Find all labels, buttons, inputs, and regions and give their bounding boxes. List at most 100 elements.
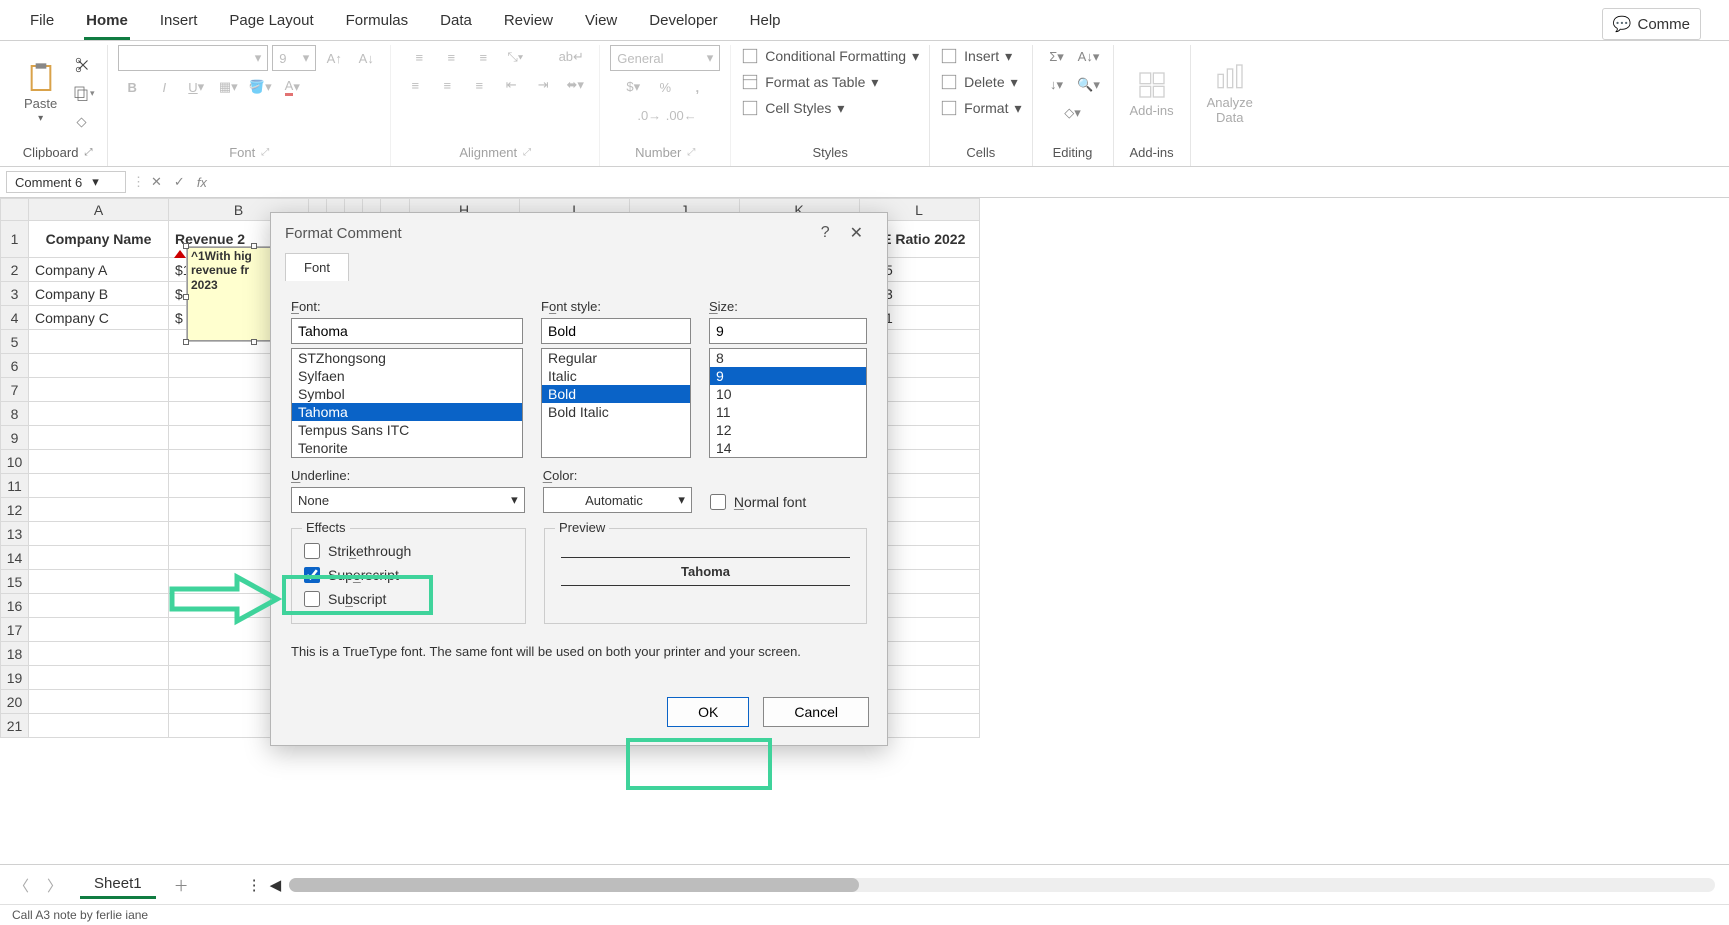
size-input[interactable] <box>709 318 867 344</box>
orientation-icon[interactable]: ⤡▾ <box>501 45 529 69</box>
color-select[interactable]: Automatic▾ <box>543 487 692 513</box>
row-header[interactable]: 5 <box>1 330 29 354</box>
decrease-indent-icon[interactable]: ⇤ <box>497 73 525 97</box>
font-size-select[interactable]: 9▾ <box>272 45 316 71</box>
border-button[interactable]: ▦▾ <box>214 75 242 99</box>
help-icon[interactable]: ? <box>811 224 840 242</box>
cell[interactable] <box>29 546 169 570</box>
list-item[interactable]: 8 <box>710 349 866 367</box>
tab-help[interactable]: Help <box>748 8 783 40</box>
tab-file[interactable]: File <box>28 8 56 40</box>
scroll-left-icon[interactable]: ◀ <box>270 876 282 894</box>
cell[interactable] <box>29 378 169 402</box>
normal-font-checkbox[interactable] <box>710 494 726 510</box>
list-item[interactable]: Sylfaen <box>292 367 522 385</box>
new-sheet-icon[interactable]: ＋ <box>174 875 189 896</box>
cell[interactable] <box>29 426 169 450</box>
row-header[interactable]: 15 <box>1 570 29 594</box>
row-header[interactable]: 2 <box>1 258 29 282</box>
row-header[interactable]: 21 <box>1 714 29 738</box>
row-header[interactable]: 12 <box>1 498 29 522</box>
cell[interactable] <box>29 330 169 354</box>
tab-review[interactable]: Review <box>502 8 555 40</box>
cell[interactable] <box>29 618 169 642</box>
comments-button[interactable]: 💬 Comme <box>1602 8 1701 40</box>
increase-font-icon[interactable]: A↑ <box>320 46 348 70</box>
list-item[interactable]: Tahoma <box>292 403 522 421</box>
font-listbox[interactable]: STZhongsongSylfaenSymbolTahomaTempus San… <box>291 348 523 458</box>
cell[interactable] <box>29 354 169 378</box>
clipboard-launcher-icon[interactable]: ⤢ <box>84 147 92 158</box>
italic-button[interactable]: I <box>150 75 178 99</box>
format-cells-button[interactable]: Format ▾ <box>940 97 1021 119</box>
row-header[interactable]: 19 <box>1 666 29 690</box>
format-as-table-button[interactable]: Format as Table ▾ <box>741 71 878 93</box>
name-box[interactable]: Comment 6 ▾ <box>6 171 126 193</box>
row-header[interactable]: 13 <box>1 522 29 546</box>
list-item[interactable]: 12 <box>710 421 866 439</box>
list-item[interactable]: Regular <box>542 349 690 367</box>
format-painter-button[interactable] <box>69 109 97 133</box>
row-header[interactable]: 11 <box>1 474 29 498</box>
list-item[interactable]: Tempus Sans ITC <box>292 421 522 439</box>
tab-insert[interactable]: Insert <box>158 8 200 40</box>
underline-select[interactable]: None▾ <box>291 487 525 513</box>
close-icon[interactable]: ✕ <box>840 223 873 243</box>
list-item[interactable]: 14 <box>710 439 866 457</box>
prev-sheet-icon[interactable]: 〈 <box>14 875 29 896</box>
column-header[interactable] <box>1 199 29 221</box>
cancel-button[interactable]: Cancel <box>763 697 869 727</box>
merge-icon[interactable]: ⬌▾ <box>561 73 589 97</box>
dialog-tab-font[interactable]: Font <box>285 253 349 281</box>
number-format-select[interactable]: General▾ <box>610 45 720 71</box>
find-icon[interactable]: 🔍▾ <box>1075 73 1103 97</box>
cell[interactable]: Company Name <box>29 221 169 258</box>
align-center-icon[interactable]: ≡ <box>433 73 461 97</box>
list-item[interactable]: 11 <box>710 403 866 421</box>
cell[interactable] <box>29 522 169 546</box>
increase-indent-icon[interactable]: ⇥ <box>529 73 557 97</box>
cell[interactable] <box>29 642 169 666</box>
conditional-formatting-button[interactable]: Conditional Formatting ▾ <box>741 45 919 67</box>
row-header[interactable]: 17 <box>1 618 29 642</box>
analyze-data-button[interactable]: AnalyzeData <box>1201 57 1259 129</box>
sheet-tab[interactable]: Sheet1 <box>80 871 156 899</box>
next-sheet-icon[interactable]: 〉 <box>47 875 62 896</box>
row-header[interactable]: 16 <box>1 594 29 618</box>
cell[interactable] <box>29 498 169 522</box>
cell[interactable] <box>29 450 169 474</box>
cell[interactable]: Company C <box>29 306 169 330</box>
enter-icon[interactable]: ✓ <box>174 174 185 190</box>
style-listbox[interactable]: RegularItalicBoldBold Italic <box>541 348 691 458</box>
cell-styles-button[interactable]: Cell Styles ▾ <box>741 97 844 119</box>
list-item[interactable]: Symbol <box>292 385 522 403</box>
tab-developer[interactable]: Developer <box>647 8 719 40</box>
align-right-icon[interactable]: ≡ <box>465 73 493 97</box>
accounting-icon[interactable]: $▾ <box>619 75 647 99</box>
list-item[interactable]: Bold <box>542 385 690 403</box>
tab-data[interactable]: Data <box>438 8 474 40</box>
size-listbox[interactable]: 8910111214 <box>709 348 867 458</box>
alignment-launcher-icon[interactable]: ⤢ <box>523 147 531 158</box>
tab-view[interactable]: View <box>583 8 619 40</box>
cut-button[interactable] <box>69 53 97 77</box>
list-item[interactable]: STZhongsong <box>292 349 522 367</box>
paste-button[interactable]: Paste ▾ <box>18 58 63 128</box>
align-middle-icon[interactable]: ≡ <box>437 45 465 69</box>
copy-button[interactable]: ▾ <box>69 81 97 105</box>
row-header[interactable]: 8 <box>1 402 29 426</box>
font-launcher-icon[interactable]: ⤢ <box>261 147 269 158</box>
align-left-icon[interactable]: ≡ <box>401 73 429 97</box>
clear-icon[interactable]: ◇▾ <box>1059 101 1087 125</box>
font-color-button[interactable]: A▾ <box>278 75 306 99</box>
tab-home[interactable]: Home <box>84 8 130 40</box>
list-item[interactable]: Italic <box>542 367 690 385</box>
cell[interactable] <box>29 474 169 498</box>
insert-cells-button[interactable]: Insert ▾ <box>940 45 1012 67</box>
tab-page-layout[interactable]: Page Layout <box>227 8 315 40</box>
row-header[interactable]: 1 <box>1 221 29 258</box>
list-item[interactable]: 9 <box>710 367 866 385</box>
cell[interactable]: Company A <box>29 258 169 282</box>
cancel-icon[interactable]: ✕ <box>151 174 162 190</box>
row-header[interactable]: 7 <box>1 378 29 402</box>
